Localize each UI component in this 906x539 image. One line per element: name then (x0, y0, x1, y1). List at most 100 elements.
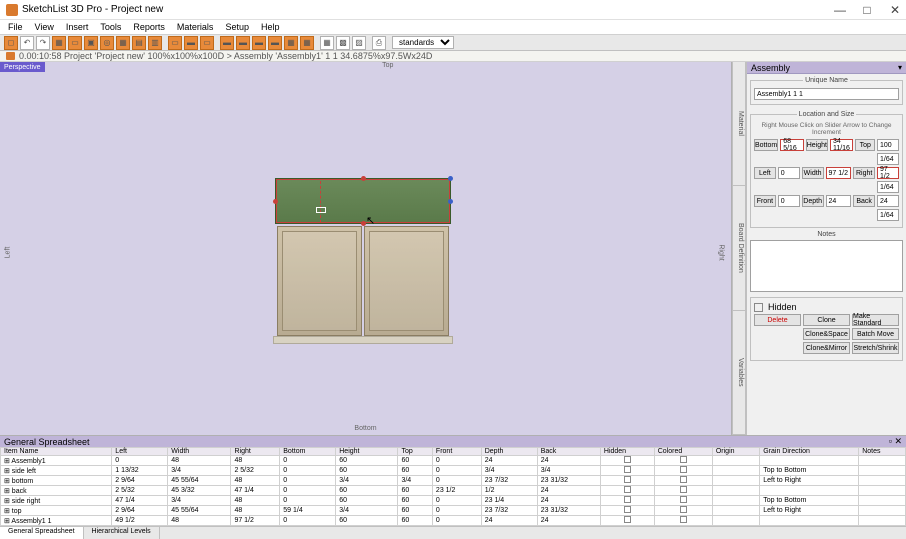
menu-insert[interactable]: Insert (62, 21, 93, 33)
scene-3d[interactable]: ↖ (275, 178, 455, 358)
col-header[interactable]: Back (537, 448, 600, 456)
table-row[interactable]: ⊞ Assembly1048480606002424 (1, 456, 906, 466)
inc1-input[interactable]: 1/64 (877, 153, 899, 165)
align1-icon[interactable]: ▬ (220, 36, 234, 50)
front-button[interactable]: Front (754, 195, 776, 207)
tab-variables[interactable]: Variables (733, 311, 745, 435)
depth-button[interactable]: Depth (802, 195, 824, 207)
tab-material[interactable]: Material (733, 62, 745, 186)
stretch-button[interactable]: Stretch/Shrink (852, 342, 899, 354)
tab-hierarchical-levels[interactable]: Hierarchical Levels (84, 527, 160, 539)
tab-board-def[interactable]: Board Definition (733, 186, 745, 310)
dim-icon[interactable]: ▤ (132, 36, 146, 50)
table-row[interactable]: ⊞ side left1 13/323/42 5/320606003/43/4T… (1, 466, 906, 476)
mirror-icon[interactable]: ▥ (148, 36, 162, 50)
col-header[interactable]: Depth (481, 448, 537, 456)
batch-move-button[interactable]: Batch Move (852, 328, 899, 340)
menu-materials[interactable]: Materials (173, 21, 218, 33)
col-header[interactable]: Origin (712, 448, 759, 456)
close-button[interactable]: ✕ (890, 3, 900, 17)
col-header[interactable]: Notes (859, 448, 906, 456)
col-header[interactable]: Hidden (600, 448, 654, 456)
menu-file[interactable]: File (4, 21, 27, 33)
front-input[interactable]: 0 (778, 195, 800, 207)
clone-mirror-button[interactable]: Clone&Mirror (803, 342, 850, 354)
menu-view[interactable]: View (31, 21, 58, 33)
camera-icon[interactable]: ▣ (84, 36, 98, 50)
minimize-button[interactable]: — (834, 3, 844, 17)
redo-icon[interactable]: ↷ (36, 36, 50, 50)
height-button[interactable]: Height (806, 139, 828, 151)
menu-tools[interactable]: Tools (96, 21, 125, 33)
clone-space-button[interactable]: Clone&Space (803, 328, 850, 340)
view1-icon[interactable]: ▭ (168, 36, 182, 50)
delete-button[interactable]: Delete (754, 314, 801, 326)
top-button[interactable]: Top (855, 139, 875, 151)
table-row[interactable]: ⊞ bottom2 9/6445 55/644803/43/4023 7/322… (1, 476, 906, 486)
col-header[interactable]: Bottom (280, 448, 336, 456)
left-button[interactable]: Left (754, 167, 776, 179)
table-row[interactable]: ⊞ top2 9/6445 55/644859 1/43/460023 7/32… (1, 506, 906, 516)
right-input[interactable]: 97 1/2 (877, 167, 899, 179)
col-header[interactable]: Colored (654, 448, 712, 456)
table-row[interactable]: ⊞ side right47 1/43/44806060023 1/424Top… (1, 496, 906, 506)
col-header[interactable]: Right (231, 448, 280, 456)
menu-reports[interactable]: Reports (129, 21, 169, 33)
spread-pin-icon[interactable]: ▫ ✕ (889, 436, 902, 447)
inc3-input[interactable]: 1/64 (877, 209, 899, 221)
align2-icon[interactable]: ▬ (236, 36, 250, 50)
upper-assembly[interactable]: ↖ (275, 178, 451, 224)
depth-input[interactable]: 24 (826, 195, 852, 207)
open-icon[interactable]: ▭ (68, 36, 82, 50)
unique-name-input[interactable]: Assembly1 1 1 (754, 88, 899, 100)
panel-close-icon[interactable]: ▾ (898, 63, 902, 72)
maximize-button[interactable]: □ (862, 3, 872, 17)
make-standard-button[interactable]: Make Standard (852, 314, 899, 326)
col-header[interactable]: Width (168, 448, 231, 456)
col-header[interactable]: Front (432, 448, 481, 456)
col-header[interactable]: Grain Direction (760, 448, 859, 456)
inc2-input[interactable]: 1/64 (877, 181, 899, 193)
undo-icon[interactable]: ↶ (20, 36, 34, 50)
right-button[interactable]: Right (853, 167, 875, 179)
bottom-input[interactable]: 68 5/16 (780, 139, 804, 151)
col-header[interactable]: Item Name (1, 448, 112, 456)
bottom-button[interactable]: Bottom (754, 139, 778, 151)
perspective-label[interactable]: Perspective (0, 62, 45, 72)
col-header[interactable]: Left (112, 448, 168, 456)
height-input[interactable]: 34 11/16 (830, 139, 854, 151)
col-header[interactable]: Top (398, 448, 432, 456)
hidden-checkbox[interactable] (754, 303, 763, 312)
view3-icon[interactable]: ▭ (200, 36, 214, 50)
align5-icon[interactable]: ▦ (284, 36, 298, 50)
shade1-icon[interactable]: ▦ (320, 36, 334, 50)
table-row[interactable]: ⊞ Assembly1 149 1/24897 1/20606002424 (1, 516, 906, 526)
top-input[interactable]: 100 (877, 139, 899, 151)
width-button[interactable]: Width (802, 167, 824, 179)
view2-icon[interactable]: ▬ (184, 36, 198, 50)
align3-icon[interactable]: ▬ (252, 36, 266, 50)
cabinet-right[interactable] (364, 226, 449, 336)
tab-general-spreadsheet[interactable]: General Spreadsheet (0, 527, 84, 539)
width-input[interactable]: 97 1/2 (826, 167, 852, 179)
align6-icon[interactable]: ▦ (300, 36, 314, 50)
table-row[interactable]: ⊞ back2 5/3245 3/3247 1/40606023 1/21/22… (1, 486, 906, 496)
base-board[interactable] (273, 336, 453, 344)
left-input[interactable]: 0 (778, 167, 800, 179)
snap-icon[interactable]: ◎ (100, 36, 114, 50)
notes-input[interactable] (750, 240, 903, 292)
grid-icon[interactable]: ▦ (116, 36, 130, 50)
shade3-icon[interactable]: ▨ (352, 36, 366, 50)
shade2-icon[interactable]: ▩ (336, 36, 350, 50)
new-icon[interactable]: ◻ (4, 36, 18, 50)
menu-setup[interactable]: Setup (221, 21, 253, 33)
menu-help[interactable]: Help (257, 21, 284, 33)
viewport[interactable]: Perspective Top Left Right ↖ (0, 62, 732, 435)
align4-icon[interactable]: ▬ (268, 36, 282, 50)
standards-select[interactable]: standards (392, 36, 454, 49)
print-icon[interactable]: ⎙ (372, 36, 386, 50)
back-input[interactable]: 24 (877, 195, 899, 207)
cabinet-left[interactable] (277, 226, 362, 336)
save-icon[interactable]: ▦ (52, 36, 66, 50)
spreadsheet-table[interactable]: Item NameLeftWidthRightBottomHeightTopFr… (0, 447, 906, 526)
